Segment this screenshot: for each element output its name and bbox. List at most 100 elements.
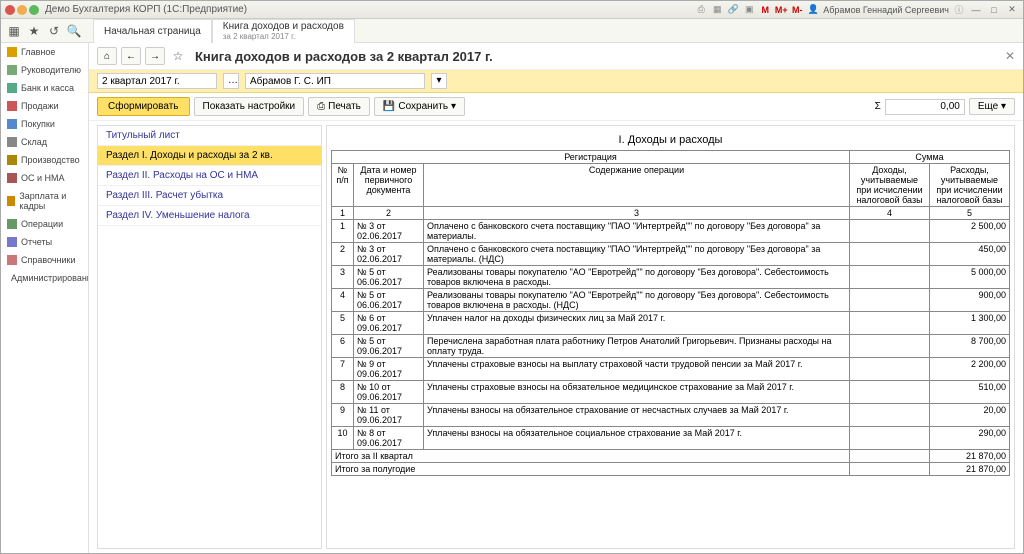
close-icon[interactable]: ✕ xyxy=(1005,3,1019,17)
maximize-icon[interactable]: □ xyxy=(987,3,1001,17)
cell xyxy=(850,381,930,404)
m-minus-icon[interactable]: М- xyxy=(791,4,803,16)
period-input[interactable] xyxy=(97,73,217,89)
back-button[interactable]: ← xyxy=(121,47,141,65)
favorite-icon[interactable]: ☆ xyxy=(169,47,187,65)
col-reg: Регистрация xyxy=(332,151,850,164)
print-button[interactable]: ⎙Печать xyxy=(308,97,370,116)
sections-list: Титульный листРаздел I. Доходы и расходы… xyxy=(97,125,322,549)
cell: 450,00 xyxy=(930,243,1010,266)
sidebar-label: Продажи xyxy=(21,101,59,111)
minimize-icon[interactable]: — xyxy=(969,3,983,17)
index-cell: 2 xyxy=(354,207,424,220)
cell: Уплачены взносы на обязательное социальн… xyxy=(424,427,850,450)
sidebar-item-9[interactable]: Операции xyxy=(1,215,88,233)
sidebar-item-5[interactable]: Склад xyxy=(1,133,88,151)
settings-button[interactable]: Показать настройки xyxy=(194,97,305,116)
calendar-icon[interactable]: ▣ xyxy=(743,4,755,16)
macos-max[interactable] xyxy=(29,5,39,15)
report-title: I. Доходы и расходы xyxy=(331,130,1010,150)
form-button[interactable]: Сформировать xyxy=(97,97,190,116)
sidebar-item-8[interactable]: Зарплата и кадры xyxy=(1,187,88,215)
sidebar-label: Банк и касса xyxy=(21,83,74,93)
link-icon[interactable]: 🔗 xyxy=(727,4,739,16)
titlebar: Демо Бухгалтерия КОРП (1С:Предприятие) ⎙… xyxy=(1,1,1023,19)
page-close-icon[interactable]: ✕ xyxy=(1005,49,1015,63)
sidebar-icon xyxy=(7,196,15,206)
table-row: 8№ 10 от 09.06.2017Уплачены страховые вз… xyxy=(332,381,1010,404)
sidebar-label: ОС и НМА xyxy=(21,173,65,183)
apps-icon[interactable]: ▦ xyxy=(5,22,23,40)
cell: № 5 от 06.06.2017 xyxy=(354,289,424,312)
sidebar-item-6[interactable]: Производство xyxy=(1,151,88,169)
section-item-0[interactable]: Титульный лист xyxy=(98,126,321,146)
tab-report[interactable]: Книга доходов и расходов за 2 квартал 20… xyxy=(212,19,355,43)
cell xyxy=(850,463,930,476)
page-title: Книга доходов и расходов за 2 квартал 20… xyxy=(195,49,493,64)
sidebar-label: Справочники xyxy=(21,255,76,265)
print-icon[interactable]: ⎙ xyxy=(695,4,707,16)
m-plus-icon[interactable]: М+ xyxy=(775,4,787,16)
sidebar-item-1[interactable]: Руководителю xyxy=(1,61,88,79)
cell: № 3 от 02.06.2017 xyxy=(354,243,424,266)
history-icon[interactable]: ↺ xyxy=(45,22,63,40)
cell: № 5 от 09.06.2017 xyxy=(354,335,424,358)
table-row: 3№ 5 от 06.06.2017Реализованы товары пок… xyxy=(332,266,1010,289)
sidebar-item-7[interactable]: ОС и НМА xyxy=(1,169,88,187)
table-row: 2№ 3 от 02.06.2017Оплачено с банковского… xyxy=(332,243,1010,266)
macos-min[interactable] xyxy=(17,5,27,15)
sidebar-icon xyxy=(7,47,17,57)
sidebar-item-11[interactable]: Справочники xyxy=(1,251,88,269)
more-button[interactable]: Еще ▾ xyxy=(969,98,1015,115)
section-item-4[interactable]: Раздел IV. Уменьшение налога xyxy=(98,206,321,226)
cell: 7 xyxy=(332,358,354,381)
org-input[interactable] xyxy=(245,73,425,89)
info-icon[interactable]: ⓘ xyxy=(953,4,965,16)
sidebar-item-0[interactable]: Главное xyxy=(1,43,88,61)
home-button[interactable]: ⌂ xyxy=(97,47,117,65)
org-picker[interactable]: ▾ xyxy=(431,73,447,89)
cell: 510,00 xyxy=(930,381,1010,404)
sidebar-icon xyxy=(7,255,17,265)
report-pane: I. Доходы и расходы Регистрация Сумма № … xyxy=(326,125,1015,549)
chevron-down-icon: ▾ xyxy=(451,101,456,112)
cell: Уплачены взносы на обязательное страхова… xyxy=(424,404,850,427)
cell: 2 xyxy=(332,243,354,266)
star-icon[interactable]: ★ xyxy=(25,22,43,40)
save-button[interactable]: 💾Сохранить ▾ xyxy=(374,97,465,116)
m-icon[interactable]: М xyxy=(759,4,771,16)
sidebar-item-2[interactable]: Банк и касса xyxy=(1,79,88,97)
sidebar-icon xyxy=(7,101,17,111)
sidebar-item-3[interactable]: Продажи xyxy=(1,97,88,115)
sidebar-icon xyxy=(7,119,17,129)
sidebar-item-12[interactable]: Администрирование xyxy=(1,269,88,287)
index-cell: 5 xyxy=(930,207,1010,220)
sidebar-item-10[interactable]: Отчеты xyxy=(1,233,88,251)
section-item-3[interactable]: Раздел III. Расчет убытка xyxy=(98,186,321,206)
user-icon: 👤 xyxy=(807,4,819,16)
sidebar-label: Руководителю xyxy=(21,65,81,75)
cell: Перечислена заработная плата работнику П… xyxy=(424,335,850,358)
cell: Уплачен налог на доходы физических лиц з… xyxy=(424,312,850,335)
calc-icon[interactable]: ▦ xyxy=(711,4,723,16)
table-row: 6№ 5 от 09.06.2017Перечислена заработная… xyxy=(332,335,1010,358)
page-header: ⌂ ← → ☆ Книга доходов и расходов за 2 кв… xyxy=(89,43,1023,70)
section-item-1[interactable]: Раздел I. Доходы и расходы за 2 кв. xyxy=(98,146,321,166)
cell: 21 870,00 xyxy=(930,450,1010,463)
sidebar-label: Операции xyxy=(21,219,63,229)
sum-input[interactable] xyxy=(885,99,965,115)
sidebar-item-4[interactable]: Покупки xyxy=(1,115,88,133)
col-date: Дата и номер первичного документа xyxy=(354,164,424,207)
forward-button[interactable]: → xyxy=(145,47,165,65)
macos-close[interactable] xyxy=(5,5,15,15)
cell: 10 xyxy=(332,427,354,450)
cell: № 10 от 09.06.2017 xyxy=(354,381,424,404)
tab-start[interactable]: Начальная страница xyxy=(93,19,212,43)
cell: 2 200,00 xyxy=(930,358,1010,381)
period-picker[interactable]: … xyxy=(223,73,239,89)
sidebar-label: Отчеты xyxy=(21,237,52,247)
search-icon[interactable]: 🔍 xyxy=(65,22,83,40)
section-item-2[interactable]: Раздел II. Расходы на ОС и НМА xyxy=(98,166,321,186)
cell: 5 xyxy=(332,312,354,335)
cell: Реализованы товары покупателю "АО "Еврот… xyxy=(424,289,850,312)
